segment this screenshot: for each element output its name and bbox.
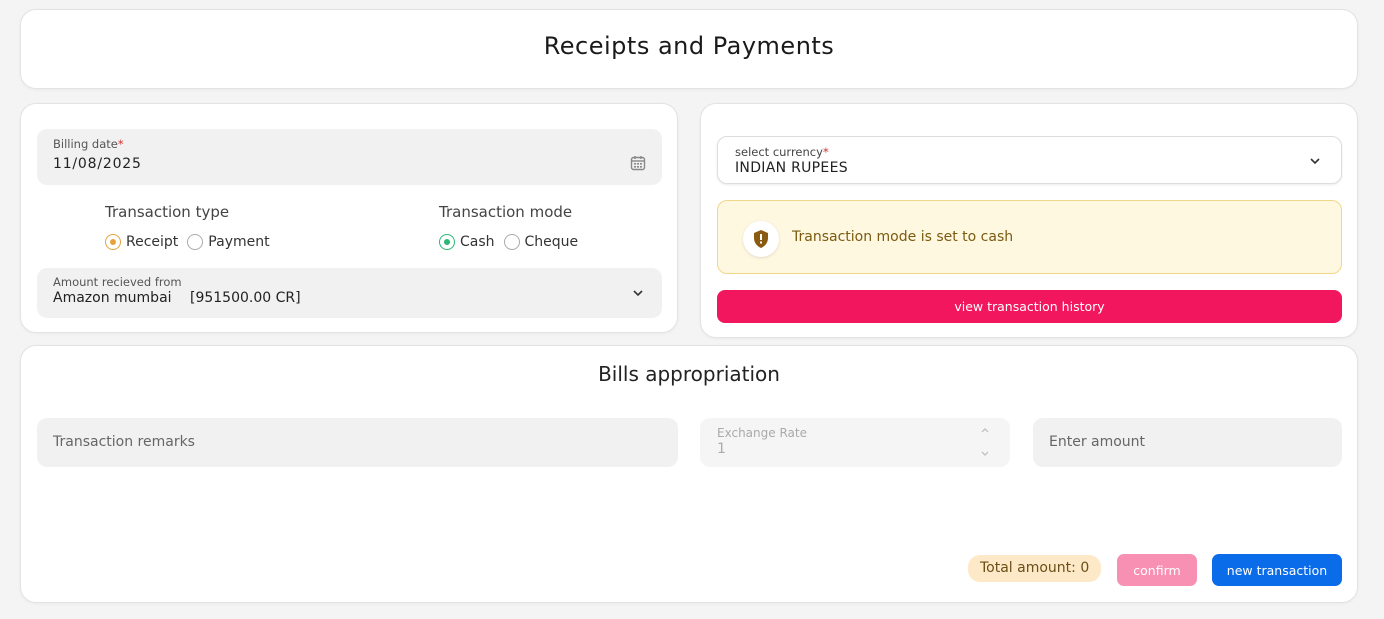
radio-payment-label[interactable]: Payment: [208, 234, 269, 250]
chevron-down-icon[interactable]: [632, 287, 644, 299]
transaction-type-title: Transaction type: [105, 203, 230, 221]
currency-value[interactable]: INDIAN RUPEES: [735, 160, 848, 176]
billing-date-label: Billing date*: [53, 137, 124, 151]
alert-text: Transaction mode is set to cash: [792, 229, 1014, 245]
radio-receipt[interactable]: [105, 234, 121, 250]
shield-warning-icon: [743, 221, 779, 257]
transaction-details-card: Billing date* 11/08/2025 Transaction typ…: [20, 103, 678, 333]
billing-date-field[interactable]: Billing date* 11/08/2025: [37, 129, 662, 185]
currency-label: select currency*: [735, 145, 829, 159]
amount-received-from-label: Amount recieved from: [53, 275, 182, 289]
stepper-arrows-icon[interactable]: [980, 425, 990, 459]
enter-amount-input[interactable]: Enter amount: [1033, 418, 1342, 467]
radio-cheque[interactable]: [503, 234, 520, 250]
transaction-mode-alert: Transaction mode is set to cash: [717, 200, 1342, 274]
confirm-button[interactable]: confirm: [1117, 554, 1197, 586]
bills-appropriation-title: Bills appropriation: [598, 362, 780, 386]
calendar-icon[interactable]: [630, 155, 646, 171]
amount-received-from-value[interactable]: Amazon mumbai [951500.00 CR]: [53, 290, 301, 306]
radio-cash-label[interactable]: Cash: [460, 234, 495, 250]
chevron-down-icon[interactable]: [1309, 155, 1321, 167]
exchange-rate-input[interactable]: Exchange Rate 1: [700, 418, 1010, 467]
party-name: Amazon mumbai: [53, 290, 172, 306]
page-title: Receipts and Payments: [543, 32, 835, 60]
currency-select[interactable]: select currency* INDIAN RUPEES: [717, 136, 1342, 184]
exchange-rate-value[interactable]: 1: [717, 441, 726, 457]
radio-cash[interactable]: [439, 234, 455, 250]
new-transaction-button[interactable]: new transaction: [1212, 554, 1342, 586]
transaction-remarks-input[interactable]: Transaction remarks: [37, 418, 678, 467]
party-balance: [951500.00 CR]: [190, 290, 301, 306]
amount-received-from-select[interactable]: Amount recieved from Amazon mumbai [9515…: [37, 268, 662, 318]
transaction-remarks-placeholder: Transaction remarks: [53, 434, 195, 450]
billing-date-value[interactable]: 11/08/2025: [53, 156, 142, 172]
radio-cheque-label[interactable]: Cheque: [525, 234, 579, 250]
transaction-type-group: Receipt Payment: [105, 234, 279, 250]
view-transaction-history-button[interactable]: view transaction history: [717, 290, 1342, 323]
exchange-rate-label: Exchange Rate: [717, 426, 807, 440]
enter-amount-placeholder: Enter amount: [1049, 434, 1146, 450]
radio-receipt-label[interactable]: Receipt: [126, 234, 178, 250]
currency-card: select currency* INDIAN RUPEES Transacti…: [700, 103, 1358, 338]
transaction-mode-title: Transaction mode: [439, 203, 573, 221]
radio-payment[interactable]: [187, 234, 204, 250]
bills-appropriation-card: Bills appropriation Transaction remarks …: [20, 345, 1358, 603]
title-card: Receipts and Payments: [20, 9, 1358, 89]
transaction-mode-group: Cash Cheque: [439, 234, 587, 250]
total-amount-badge: Total amount: 0: [968, 555, 1102, 582]
